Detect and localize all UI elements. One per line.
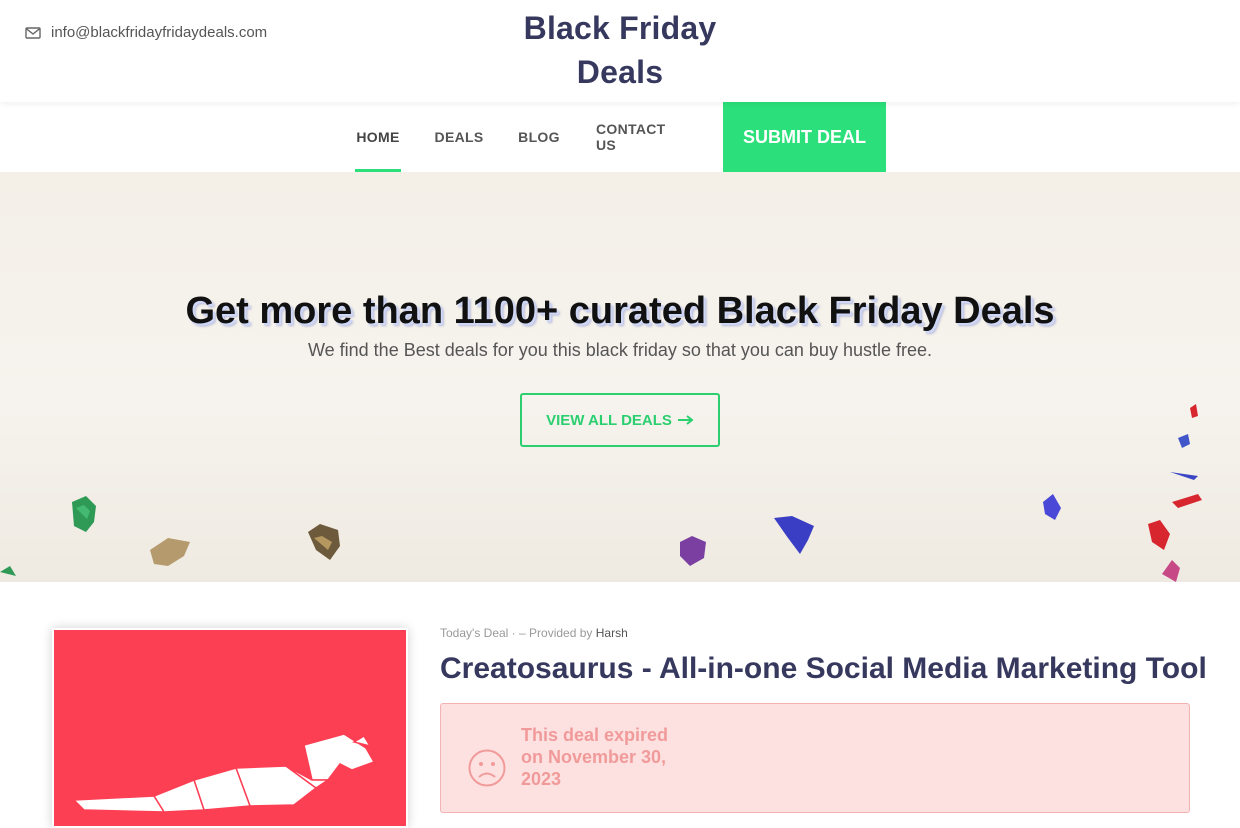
nav-contact-us[interactable]: CONTACT US: [596, 102, 685, 172]
dinosaur-logo-icon: [72, 733, 376, 813]
submit-deal-button[interactable]: SUBMIT DEAL: [723, 102, 886, 172]
meta-dash: –: [519, 626, 526, 640]
deal-title[interactable]: Creatosaurus - All-in-one Social Media M…: [440, 650, 1220, 688]
provided-by-label: Provided by: [529, 626, 593, 640]
nav-blog[interactable]: BLOG: [518, 102, 559, 172]
view-all-deals-label: VIEW ALL DEALS: [546, 411, 672, 429]
meta-separator: ·: [511, 626, 516, 640]
deal-meta: Today's Deal · – Provided by Harsh: [440, 626, 628, 640]
nav-deals[interactable]: DEALS: [435, 102, 484, 172]
confetti-decoration: [0, 404, 1202, 582]
envelope-icon: [25, 25, 41, 41]
contact-email-text[interactable]: info@blackfridayfridaydeals.com: [51, 24, 267, 41]
sad-face-icon: [467, 748, 507, 793]
site-logo[interactable]: Black Friday Deals: [500, 6, 740, 94]
nav-home[interactable]: HOME: [355, 102, 401, 172]
view-all-deals-button[interactable]: VIEW ALL DEALS: [520, 393, 720, 447]
hero-banner: Get more than 1100+ curated Black Friday…: [0, 172, 1240, 582]
deal-thumbnail[interactable]: [52, 628, 408, 828]
hero-title: Get more than 1100+ curated Black Friday…: [185, 290, 1055, 332]
logo-line-2: Deals: [576, 54, 664, 90]
expired-text: This deal expired on November 30, 2023: [521, 725, 669, 789]
deal-author[interactable]: Harsh: [596, 626, 628, 640]
arrow-right-icon: [677, 412, 694, 429]
logo-line-1: Black Friday: [523, 10, 717, 46]
contact-email[interactable]: info@blackfridayfridaydeals.com: [25, 24, 267, 41]
main-nav: HOME DEALS BLOG CONTACT US: [0, 102, 1240, 172]
hero-subtitle: We find the Best deals for you this blac…: [307, 340, 932, 360]
expired-notice: This deal expired on November 30, 2023: [440, 703, 1190, 813]
site-header: info@blackfridayfridaydeals.com Black Fr…: [0, 0, 1240, 102]
deal-tag[interactable]: Today's Deal: [440, 626, 508, 640]
